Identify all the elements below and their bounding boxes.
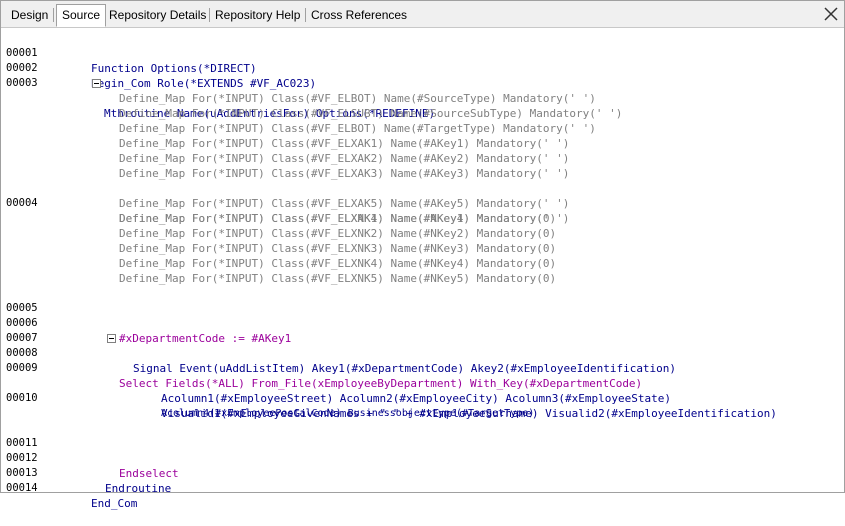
- tab-bar: Design Source Repository Details Reposit…: [1, 1, 844, 28]
- code-text: Select Fields(*ALL) From_File(xEmployeeB…: [119, 377, 643, 390]
- code-text: Define_Map For(*INPUT) Class(#VF_ELXAK3)…: [119, 167, 570, 180]
- code-line: 00007: [1, 316, 41, 344]
- code-line: 00010 Visualid1(#xEmployeeGivenNames + "…: [1, 376, 777, 420]
- line-number: 00010: [6, 392, 38, 404]
- line-number: 00014: [6, 482, 38, 494]
- code-line: 00008 Select Fields(*ALL) From_File(xEmp…: [1, 331, 642, 390]
- code-text: End_Com: [91, 497, 138, 510]
- code-text: #xDepartmentCode := #AKey1: [119, 332, 292, 345]
- tab-cross-references[interactable]: Cross References: [306, 5, 412, 25]
- source-editor-window: Design Source Repository Details Reposit…: [0, 0, 845, 510]
- code-line: 00003: [1, 61, 41, 89]
- code-text: Define_Map For(*INPUT) Class(#VF_ELXAK2)…: [119, 152, 570, 165]
- tab-separator: [53, 8, 54, 22]
- close-icon[interactable]: [821, 4, 841, 24]
- code-line: 00009: [1, 346, 41, 374]
- code-text: Define_Map For(*INPUT) Class(#VF_ELXNK2)…: [119, 227, 557, 240]
- tab-design[interactable]: Design: [6, 5, 53, 25]
- collapse-minus-icon[interactable]: [107, 334, 116, 343]
- code-text: Function Options(*DIRECT): [91, 62, 257, 75]
- code-line: 00014 End_Com: [1, 466, 137, 510]
- line-number: 00004: [6, 197, 38, 209]
- code-text: Define_Map For(*INPUT) Class(#VF_ELXNK3)…: [119, 242, 557, 255]
- code-line: 00004 Define_Map For(*INPUT) Class(#VF_E…: [1, 181, 569, 225]
- tab-repository-details[interactable]: Repository Details: [104, 5, 211, 25]
- code-line: 00002 Begin_Com Role(*EXTENDS #VF_AC023): [1, 46, 316, 90]
- tab-repository-help[interactable]: Repository Help: [210, 5, 305, 25]
- code-text: Define_Map For(*INPUT) Class(#VF_ELBOT) …: [119, 122, 596, 135]
- code-text: Define_Map For(*INPUT) Class(#VF_ELXNK4)…: [119, 257, 557, 270]
- code-text: Endroutine: [105, 482, 172, 495]
- code-text: Acolumn4(#xEmployeePostalCode) Businesso…: [161, 408, 535, 419]
- code-line: 00001 Function Options(*DIRECT): [1, 31, 257, 75]
- code-line: 00006 #xDepartmentCode := #AKey1: [1, 301, 291, 345]
- code-text: Define_Map For(*INPUT) Class(#VF_ELSUBT)…: [119, 107, 623, 120]
- code-text: Endselect: [119, 467, 179, 480]
- code-text: Define_Map For(*INPUT) Class(#VF_ELXNK5)…: [119, 272, 557, 285]
- code-text: Acolumn1(#xEmployeeStreet) Acolumn2(#xEm…: [161, 392, 671, 405]
- code-text: Signal Event(uAddListItem) Akey1(#xDepar…: [133, 362, 677, 375]
- code-text: Define_Map For(*INPUT) Class(#VF_ELBOT) …: [119, 92, 596, 105]
- code-text: Define_Map For(*INPUT) Class(#VF_ELXAK5)…: [119, 197, 570, 210]
- code-line: 00012 Endselect: [1, 436, 179, 480]
- line-number: 00009: [6, 362, 38, 374]
- code-text: Define_Map For(*INPUT) Class(#VF_ELXNK1)…: [119, 212, 557, 225]
- code-text: Define_Map For(*INPUT) Class(#VF_ELXAK1)…: [119, 137, 570, 150]
- collapse-minus-icon[interactable]: [92, 79, 101, 88]
- code-line: 00011: [1, 421, 41, 449]
- code-editor[interactable]: 00001 Function Options(*DIRECT) 00002 Be…: [1, 28, 844, 510]
- code-text: Begin_Com Role(*EXTENDS #VF_AC023): [91, 77, 317, 90]
- code-line: Mthroutine Name(uAddEntriesFor) Options(…: [1, 76, 435, 120]
- code-line: 00005: [1, 286, 41, 314]
- tab-source[interactable]: Source: [56, 4, 107, 27]
- code-line: 00013 Endroutine: [1, 451, 171, 495]
